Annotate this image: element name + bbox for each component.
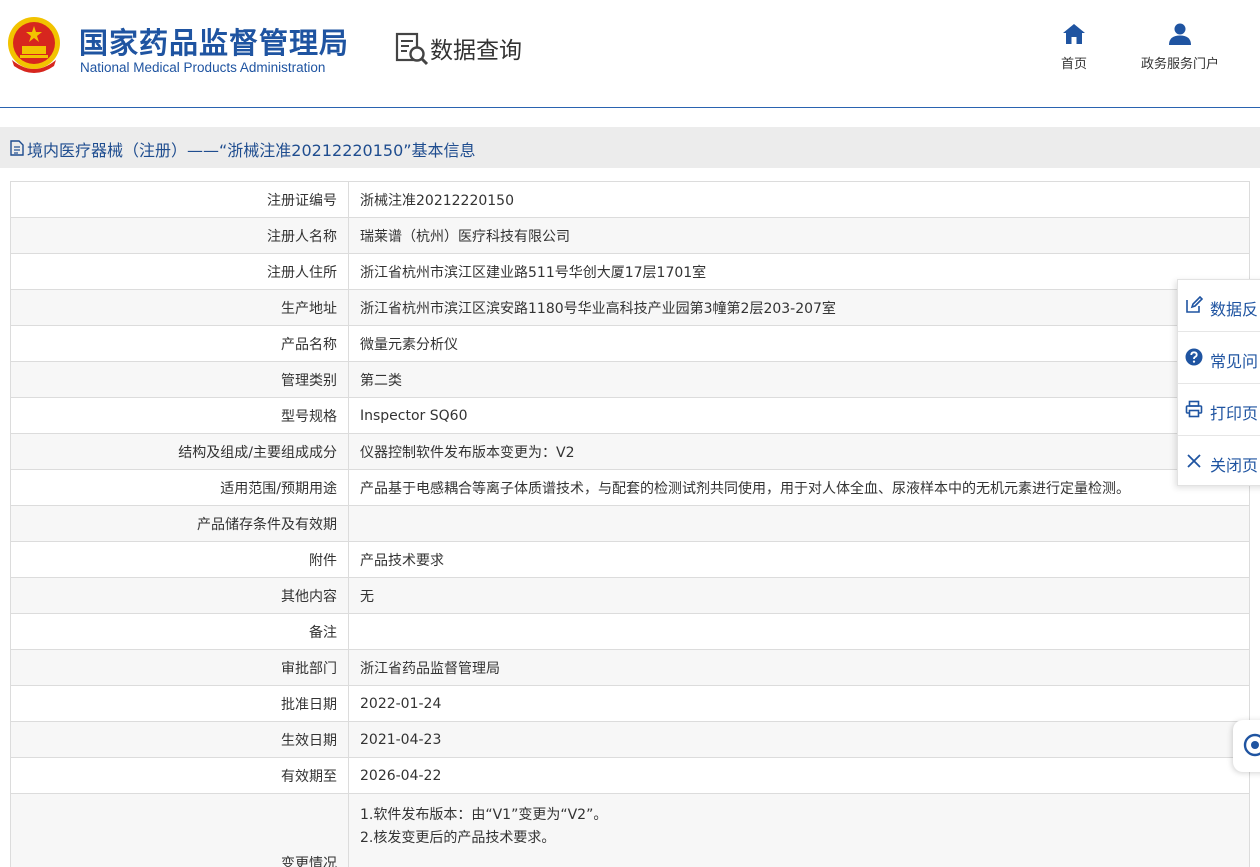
close-icon: [1187, 454, 1201, 468]
table-row: 管理类别 第二类: [10, 361, 1250, 398]
field-label: 适用范围/预期用途: [10, 469, 349, 506]
table-row: 结构及组成/主要组成成分 仪器控制软件发布版本变更为：V2: [10, 433, 1250, 470]
field-label: 产品名称: [10, 325, 349, 362]
faq-button[interactable]: 常见问: [1178, 332, 1260, 384]
field-label: 型号规格: [10, 397, 349, 434]
change-line: 2.核发变更后的产品技术要求。: [360, 830, 556, 846]
table-row-change: 变更情况 1.软件发布版本：由“V1”变更为“V2”。 2.核发变更后的产品技术要求…: [10, 793, 1250, 867]
edit-icon: [1186, 296, 1203, 313]
field-value: 无: [348, 577, 1250, 614]
device-info-table: 注册证编号 浙械注准20212220150 注册人名称 瑞莱谱（杭州）医疗科技有限公司…: [10, 181, 1250, 867]
table-row: 审批部门 浙江省药品监督管理局: [10, 649, 1250, 686]
field-label: 变更情况: [10, 793, 349, 867]
feedback-button[interactable]: 数据反: [1178, 280, 1260, 332]
change-line: 1.软件发布版本：由“V1”变更为“V2”。: [360, 807, 608, 823]
table-row: 产品储存条件及有效期: [10, 505, 1250, 542]
table-row: 注册人住所 浙江省杭州市滨江区建业路511号华创大厦17层1701室: [10, 253, 1250, 290]
site-header: 国家药品监督管理局 National Medical Products Admi…: [0, 0, 1260, 108]
field-value: 瑞莱谱（杭州）医疗科技有限公司: [348, 217, 1250, 254]
field-value: 仪器控制软件发布版本变更为：V2: [348, 433, 1250, 470]
field-value: 产品技术要求: [348, 541, 1250, 578]
faq-label: 常见问: [1210, 352, 1259, 371]
field-label: 注册人名称: [10, 217, 349, 254]
field-value: 第二类: [348, 361, 1250, 398]
field-value: 2022-01-24: [348, 685, 1250, 722]
field-label: 附件: [10, 541, 349, 578]
field-label: 注册证编号: [10, 181, 349, 218]
table-row: 注册证编号 浙械注准20212220150: [10, 181, 1250, 218]
field-value: 浙械注准20212220150: [348, 181, 1250, 218]
table-row: 其他内容无: [10, 577, 1250, 614]
close-page-button[interactable]: 关闭页: [1178, 436, 1260, 488]
print-button[interactable]: 打印页: [1178, 384, 1260, 436]
nav-home-label: 首页: [1060, 57, 1087, 72]
table-row: 备注: [10, 613, 1250, 650]
field-value: Inspector SQ60: [348, 397, 1250, 434]
field-label: 备注: [10, 613, 349, 650]
print-icon: [1185, 400, 1203, 418]
field-label: 其他内容: [10, 577, 349, 614]
field-value: [348, 505, 1250, 542]
field-value: 1.软件发布版本：由“V1”变更为“V2”。 2.核发变更后的产品技术要求。: [348, 793, 1250, 867]
nav-gov-portal-link[interactable]: 政务服务门户: [1130, 22, 1230, 72]
field-value: 2026-04-22: [348, 757, 1250, 794]
national-emblem-icon: [8, 17, 60, 73]
field-label: 生产地址: [10, 289, 349, 326]
table-row: 适用范围/预期用途 产品基于电感耦合等离子体质谱技术，与配套的检测试剂共同使用，用…: [10, 469, 1250, 506]
org-name-en: National Medical Products Administration: [80, 60, 326, 75]
table-row: 有效期至 2026-04-22: [10, 757, 1250, 794]
section-title: 数据查询: [430, 38, 522, 64]
org-name-cn: 国家药品监督管理局: [79, 26, 350, 60]
field-label: 注册人住所: [10, 253, 349, 290]
print-label: 打印页: [1210, 404, 1259, 423]
nav-home-link[interactable]: 首页: [1050, 22, 1098, 72]
nav-gov-portal-label: 政务服务门户: [1140, 57, 1219, 72]
floating-tool-panel: 数据反 常见问 打印页 关闭页: [1177, 279, 1260, 486]
document-icon: [10, 140, 24, 156]
field-value: 微量元素分析仪: [348, 325, 1250, 362]
table-row: 型号规格 Inspector SQ60: [10, 397, 1250, 434]
field-label: 审批部门: [10, 649, 349, 686]
field-label: 产品储存条件及有效期: [10, 505, 349, 542]
assistant-bubble-button[interactable]: [1233, 720, 1260, 772]
field-value: 浙江省杭州市滨江区滨安路1180号华业高科技产业园第3幢第2层203-207室: [348, 289, 1250, 326]
page-title: 境内医疗器械（注册）——“浙械注准20212220150”基本信息: [27, 141, 476, 160]
close-page-label: 关闭页: [1210, 456, 1259, 475]
field-value: 产品基于电感耦合等离子体质谱技术，与配套的检测试剂共同使用，用于对人体全血、尿液…: [348, 469, 1250, 506]
table-row: 注册人名称 瑞莱谱（杭州）医疗科技有限公司: [10, 217, 1250, 254]
field-label: 批准日期: [10, 685, 349, 722]
table-row: 生效日期 2021-04-23: [10, 721, 1250, 758]
field-value: 浙江省药品监督管理局: [348, 649, 1250, 686]
feedback-label: 数据反: [1210, 300, 1259, 319]
table-row: 产品名称 微量元素分析仪: [10, 325, 1250, 362]
data-query-icon: [395, 32, 429, 66]
field-value: [348, 613, 1250, 650]
field-label: 生效日期: [10, 721, 349, 758]
home-icon: [1063, 24, 1085, 44]
field-label: 管理类别: [10, 361, 349, 398]
table-row: 附件 产品技术要求: [10, 541, 1250, 578]
table-row: 生产地址 浙江省杭州市滨江区滨安路1180号华业高科技产业园第3幢第2层203-2…: [10, 289, 1250, 326]
table-row: 批准日期 2022-01-24: [10, 685, 1250, 722]
field-label: 有效期至: [10, 757, 349, 794]
field-value: 浙江省杭州市滨江区建业路511号华创大厦17层1701室: [348, 253, 1250, 290]
question-icon: [1185, 348, 1203, 366]
user-icon: [1169, 23, 1191, 45]
field-value: 2021-04-23: [348, 721, 1250, 758]
assistant-icon: [1243, 733, 1260, 757]
field-label: 结构及组成/主要组成成分: [10, 433, 349, 470]
